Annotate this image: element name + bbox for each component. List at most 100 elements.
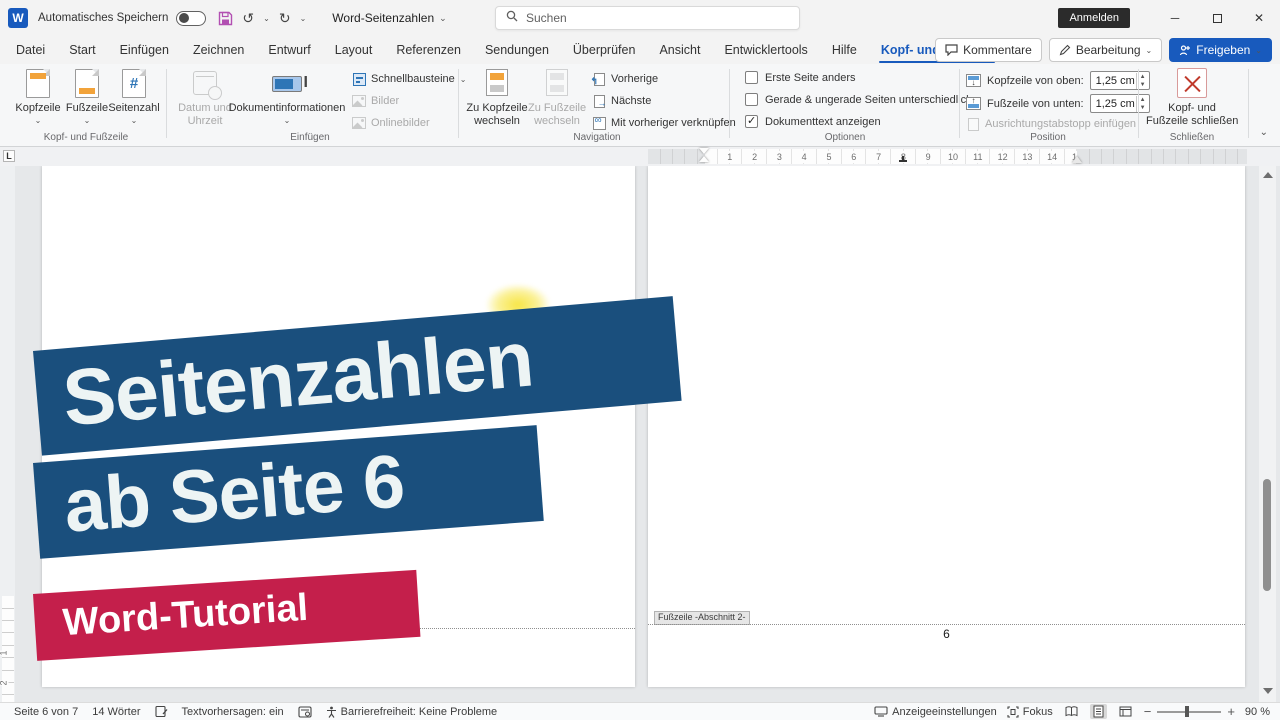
tab-ansicht[interactable]: Ansicht — [647, 36, 712, 64]
restore-button[interactable] — [1196, 0, 1238, 36]
display-settings-icon — [874, 706, 888, 717]
page-number-button[interactable]: # Seitenzahl ⌄ — [108, 68, 160, 125]
tab-sendungen[interactable]: Sendungen — [473, 36, 561, 64]
zoom-slider[interactable]: − + — [1144, 705, 1235, 718]
statusbar-right: Anzeigeeinstellungen Fokus − + 90 % — [874, 704, 1270, 719]
display-settings-button[interactable]: Anzeigeeinstellungen — [874, 706, 997, 718]
checkbox-unchecked-icon[interactable] — [745, 93, 758, 106]
web-layout-button[interactable] — [1117, 704, 1134, 719]
autosave-toggle[interactable] — [176, 11, 206, 26]
proofing-icon[interactable] — [155, 705, 168, 718]
document-info-button[interactable]: Dokumentinformationen ⌄ — [225, 68, 349, 125]
page-right[interactable]: Fußzeile -Abschnitt 2- 6 — [648, 166, 1245, 687]
ruler-text-area: 123456789101112131415 — [705, 149, 1077, 164]
scroll-down-icon[interactable] — [1263, 688, 1273, 694]
title-bar: W Automatisches Speichern ↺ ⌄ ↻ ⌄ Word-S… — [0, 0, 1280, 36]
header-from-top-row: ↓ Kopfzeile von oben: 1,25 cm ▲▼ — [966, 71, 1150, 90]
online-pictures-icon — [352, 117, 366, 129]
ruler-cm-13: 13 — [1021, 151, 1033, 163]
checkbox-unchecked-icon[interactable] — [745, 71, 758, 84]
page-number-text[interactable]: 6 — [648, 627, 1245, 641]
scroll-up-icon[interactable] — [1263, 172, 1273, 178]
tab-einf-gen[interactable]: Einfügen — [108, 36, 181, 64]
accessibility-icon — [326, 706, 337, 718]
print-layout-button[interactable] — [1090, 704, 1107, 719]
option-checkbox-row[interactable]: Erste Seite anders — [745, 71, 856, 84]
tab-layout[interactable]: Layout — [323, 36, 385, 64]
word-count[interactable]: 14 Wörter — [92, 706, 140, 718]
footer-section-tag: Fußzeile -Abschnitt 2- — [654, 611, 750, 625]
undo-icon[interactable]: ↺ — [242, 11, 254, 25]
tab-start[interactable]: Start — [57, 36, 107, 64]
chevron-down-icon: ⌄ — [64, 116, 110, 125]
tab-hilfe[interactable]: Hilfe — [820, 36, 869, 64]
text-predictions[interactable]: Textvorhersagen: ein — [182, 706, 284, 718]
checkbox-checked-icon[interactable] — [745, 115, 758, 128]
quick-parts-icon — [353, 73, 366, 86]
zoom-level[interactable]: 90 % — [1245, 706, 1270, 718]
tab--berpr-fen[interactable]: Überprüfen — [561, 36, 648, 64]
tabrow-right-buttons: Kommentare Bearbeitung ⌄ Freigeben ⌄ — [935, 38, 1272, 62]
horizontal-ruler[interactable]: L 123456789101112131415 — [0, 147, 1280, 166]
vertical-ruler[interactable]: 1 2 — [0, 166, 15, 702]
ruler-cm-11: 11 — [972, 151, 983, 163]
zoom-in-icon[interactable]: + — [1227, 705, 1235, 718]
ruler-cm-4: 4 — [801, 151, 808, 163]
previous-button[interactable]: ↰ Vorherige — [592, 72, 658, 86]
status-bar: Seite 6 von 7 14 Wörter Textvorhersagen:… — [0, 702, 1280, 720]
option-checkbox-row[interactable]: Gerade & ungerade Seiten unterschiedlich — [745, 93, 972, 106]
zoom-out-icon[interactable]: − — [1144, 705, 1152, 718]
goto-footer-icon — [546, 69, 568, 96]
goto-header-button[interactable]: Zu Kopfzeilewechseln — [466, 68, 528, 128]
redo-icon[interactable]: ↻ — [279, 11, 291, 25]
accessibility-status[interactable]: Barrierefreiheit: Keine Probleme — [326, 706, 498, 718]
collapse-ribbon-icon[interactable]: ⌄ — [1260, 127, 1268, 138]
tab-referenzen[interactable]: Referenzen — [384, 36, 473, 64]
option-checkbox-row[interactable]: Dokumenttext anzeigen — [745, 115, 881, 128]
share-button[interactable]: Freigeben ⌄ — [1169, 38, 1272, 62]
close-header-footer-button[interactable]: Kopf- undFußzeile schließen — [1146, 68, 1238, 128]
footer-from-bottom-input[interactable]: 1,25 cm ▲▼ — [1090, 94, 1150, 113]
comments-button[interactable]: Kommentare — [935, 38, 1042, 62]
read-mode-button[interactable] — [1063, 704, 1080, 719]
zoom-slider-thumb[interactable] — [1185, 706, 1189, 717]
close-button[interactable]: ✕ — [1238, 0, 1280, 36]
footer-button[interactable]: Fußzeile ⌄ — [64, 68, 110, 125]
next-button[interactable]: → Nächste — [592, 94, 651, 108]
toggle-knob — [179, 13, 189, 23]
alignment-tab-button: Ausrichtungstabstopp einfügen — [966, 117, 1136, 131]
save-icon[interactable] — [218, 11, 233, 26]
focus-button[interactable]: Fokus — [1007, 706, 1053, 718]
indent-markers[interactable] — [699, 148, 709, 162]
center-tabstop-marker[interactable] — [899, 156, 907, 162]
right-indent-marker[interactable] — [1072, 156, 1082, 163]
document-title[interactable]: Word-Seitenzahlen ⌄ — [332, 11, 446, 25]
search-input[interactable]: Suchen — [495, 6, 800, 30]
chevron-down-icon: ⌄ — [108, 116, 160, 125]
scrollbar-thumb[interactable] — [1263, 479, 1271, 591]
editor-icon[interactable] — [298, 706, 312, 718]
footer-icon — [75, 69, 99, 98]
ruler-cm-3: 3 — [776, 151, 783, 163]
editing-mode-button[interactable]: Bearbeitung ⌄ — [1049, 38, 1162, 62]
page-indicator[interactable]: Seite 6 von 7 — [14, 706, 78, 718]
word-app-icon[interactable]: W — [8, 8, 28, 28]
header-from-top-input[interactable]: 1,25 cm ▲▼ — [1090, 71, 1150, 90]
tab-entwurf[interactable]: Entwurf — [256, 36, 322, 64]
minimize-button[interactable]: ─ — [1154, 0, 1196, 36]
tab-entwicklertools[interactable]: Entwicklertools — [712, 36, 819, 64]
search-icon — [506, 9, 518, 27]
ribbon-tab-row: DateiStartEinfügenZeichnenEntwurfLayoutR… — [0, 36, 1280, 64]
header-button[interactable]: Kopfzeile ⌄ — [14, 68, 62, 125]
footer-from-bottom-row: ↑ Fußzeile von unten: 1,25 cm ▲▼ — [966, 94, 1150, 113]
tab-zeichnen[interactable]: Zeichnen — [181, 36, 256, 64]
qat-overflow-icon[interactable]: ⌄ — [300, 14, 307, 23]
link-to-previous-button[interactable]: Mit vorheriger verknüpfen — [592, 116, 736, 130]
tab-selector[interactable]: L — [3, 150, 15, 162]
undo-dropdown-icon[interactable]: ⌄ — [263, 14, 270, 23]
tab-datei[interactable]: Datei — [4, 36, 57, 64]
quick-parts-button[interactable]: Schnellbausteine ⌄ — [352, 72, 467, 86]
sign-in-button[interactable]: Anmelden — [1058, 8, 1130, 28]
group-label-insert: Einfügen — [290, 132, 329, 143]
vertical-scrollbar[interactable] — [1259, 166, 1276, 702]
